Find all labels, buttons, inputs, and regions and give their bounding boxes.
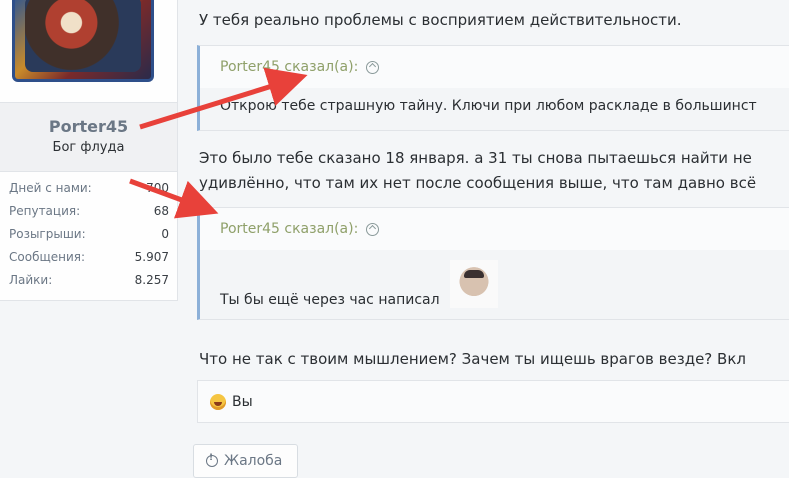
stat-label: Репутация:: [9, 204, 81, 218]
sticker-face-image: [450, 260, 498, 308]
stat-label: Дней с нами:: [9, 181, 92, 195]
stat-label: Розыгрыши:: [9, 227, 86, 241]
stat-value: 68: [153, 204, 169, 218]
post-content: У тебя реально проблемы с восприятием де…: [180, 0, 789, 478]
stat-label: Сообщения:: [9, 250, 86, 264]
jump-to-quote-icon[interactable]: [366, 222, 380, 236]
post-text-line: удивлённо, что там их нет после сообщени…: [199, 174, 757, 192]
user-info: Porter45 Бог флуда: [0, 102, 177, 172]
stat-row: Репутация: 68: [9, 203, 169, 226]
stat-label: Лайки:: [9, 273, 53, 287]
stat-value: 700: [146, 181, 169, 195]
stat-row: Сообщения: 5.907: [9, 249, 169, 272]
stat-value: 5.907: [134, 250, 169, 264]
stat-row: Розыгрыши: 0: [9, 226, 169, 249]
quote-text: Ты бы ещё через час написал: [220, 292, 440, 308]
post-text-line: Это было тебе сказано 18 января. а 31 ты…: [199, 149, 752, 167]
user-title: Бог флуда: [52, 140, 125, 155]
jump-to-quote-icon[interactable]: [366, 60, 380, 74]
quote-author-link[interactable]: Porter45 сказал(а):: [220, 221, 358, 237]
username-link[interactable]: Porter45: [0, 117, 177, 136]
report-label: Жалоба: [224, 453, 283, 469]
quote-header: Porter45 сказал(а):: [200, 46, 789, 88]
user-sidebar: Porter45 Бог флуда Дней с нами: 700 Репу…: [0, 0, 178, 301]
post-text-line: У тебя реально проблемы с восприятием де…: [199, 11, 682, 29]
warning-icon: [206, 453, 218, 467]
quote-content: Ты бы ещё через час написал: [200, 250, 789, 308]
quote-text: Открою тебе страшную тайну. Ключи при лю…: [220, 98, 757, 114]
avatar[interactable]: [12, 0, 154, 82]
user-stats: Дней с нами: 700 Репутация: 68 Розыгрыши…: [9, 180, 169, 295]
stat-row: Дней с нами: 700: [9, 180, 169, 203]
quote-block: Porter45 сказал(а): Ты бы ещё через час …: [197, 207, 789, 320]
quote-author-link[interactable]: Porter45 сказал(а):: [220, 59, 358, 75]
quote-header: Porter45 сказал(а):: [200, 208, 789, 250]
stat-value: 0: [161, 227, 169, 241]
reactions-bar[interactable]: Вы: [197, 380, 789, 423]
reaction-users[interactable]: Вы: [232, 394, 253, 410]
stat-value: 8.257: [134, 273, 169, 287]
stat-row: Лайки: 8.257: [9, 272, 169, 295]
laugh-reaction-icon: [210, 393, 226, 410]
quote-block: Porter45 сказал(а): Открою тебе страшную…: [197, 45, 789, 131]
report-button[interactable]: Жалоба: [193, 444, 298, 478]
post-text-line: Что не так с твоим мышлением? Зачем ты и…: [199, 350, 746, 368]
